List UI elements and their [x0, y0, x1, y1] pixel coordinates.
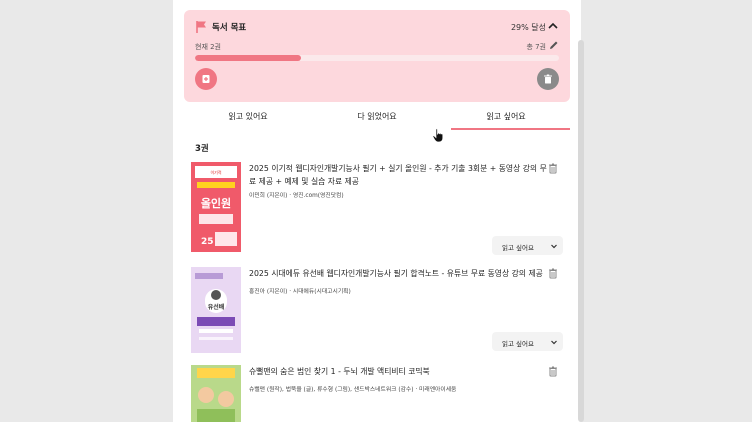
tab-reading[interactable]: 읽고 있어요 [184, 111, 312, 122]
book-title[interactable]: 슈뻘맨의 숨은 범인 찾기 1 - 두뇌 개발 액티비티 코믹북 [249, 365, 549, 378]
active-tab-indicator [451, 128, 570, 130]
goal-total: 총 7권 [526, 43, 546, 51]
chevron-down-icon [551, 244, 557, 249]
status-select[interactable]: 읽고 싶어요 [492, 236, 563, 255]
status-select[interactable]: 읽고 싶어요 [492, 332, 563, 351]
add-book-button[interactable] [195, 68, 217, 90]
reading-panel: ·· 독서 목표 29% 달성 현재 2권 총 7권 [173, 0, 581, 422]
svg-text:이기적: 이기적 [210, 169, 221, 175]
trash-icon [544, 74, 552, 84]
goal-progress-bar [195, 55, 559, 61]
book-title[interactable]: 2025 이기적 웹디자인개발기능사 필기 + 실기 올인원 - 추가 기출 3… [249, 162, 549, 188]
svg-text:올인원: 올인원 [201, 196, 231, 210]
chevron-up-icon[interactable] [547, 20, 559, 32]
list-item: 슈뻘맨의 숨은 범인 찾기 1 - 두뇌 개발 액티비티 코믹북 슈뻘맨 (원작… [191, 365, 567, 422]
list-item: 유선배 2025 시대에듀 유선배 웹디자인개발기능사 필기 합격노트 - 유튜… [191, 267, 567, 357]
book-cover[interactable]: 이기적 올인원 25 [191, 162, 241, 252]
pencil-icon[interactable] [548, 40, 559, 51]
book-title[interactable]: 2025 시대에듀 유선배 웹디자인개발기능사 필기 합격노트 - 유튜브 무료… [249, 267, 549, 280]
chevron-down-icon [551, 340, 557, 345]
svg-text:25: 25 [201, 237, 214, 247]
add-book-icon [202, 75, 210, 83]
book-author: 이민희 (지은이) · 영진.com(영진닷컴) [249, 193, 344, 199]
svg-text:유선배: 유선배 [208, 303, 225, 311]
book-author: 슈뻘맨 (원작), 법뚝을 (글), 류수형 (그림), 샌드박스네트워크 (감… [249, 387, 457, 393]
shelf-tabs: 읽고 있어요 다 읽었어요 읽고 싶어요 [184, 108, 570, 130]
goal-progress-fill [195, 55, 301, 61]
flag-icon [196, 21, 206, 33]
book-count: 3권 [195, 144, 209, 154]
goal-percent: 29% 달성 [510, 23, 546, 32]
delete-goal-button[interactable] [537, 68, 559, 90]
book-cover[interactable]: 유선배 [191, 267, 241, 353]
goal-current: 현재 2권 [195, 43, 221, 51]
trash-icon[interactable] [547, 365, 559, 377]
scrollbar[interactable] [578, 40, 584, 422]
list-item: 이기적 올인원 25 2025 이기적 웹디자인개발기능사 필기 + 실기 올인… [191, 162, 567, 257]
tab-wishlist[interactable]: 읽고 싶어요 [442, 111, 570, 122]
trash-icon[interactable] [547, 267, 559, 279]
cutoff-heading: ·· [191, 0, 199, 5]
book-cover[interactable] [191, 365, 241, 422]
hand-cursor-icon [432, 128, 444, 143]
goal-title: 독서 목표 [212, 23, 247, 33]
tab-finished[interactable]: 다 읽었어요 [313, 111, 441, 122]
book-author: 홍진아 (지은이) · 시대에듀(시대고시기획) [249, 289, 351, 295]
status-select-value: 읽고 싶어요 [502, 340, 534, 348]
trash-icon[interactable] [547, 162, 559, 174]
reading-goal-card: 독서 목표 29% 달성 현재 2권 총 7권 [184, 10, 570, 102]
status-select-value: 읽고 싶어요 [502, 244, 534, 252]
